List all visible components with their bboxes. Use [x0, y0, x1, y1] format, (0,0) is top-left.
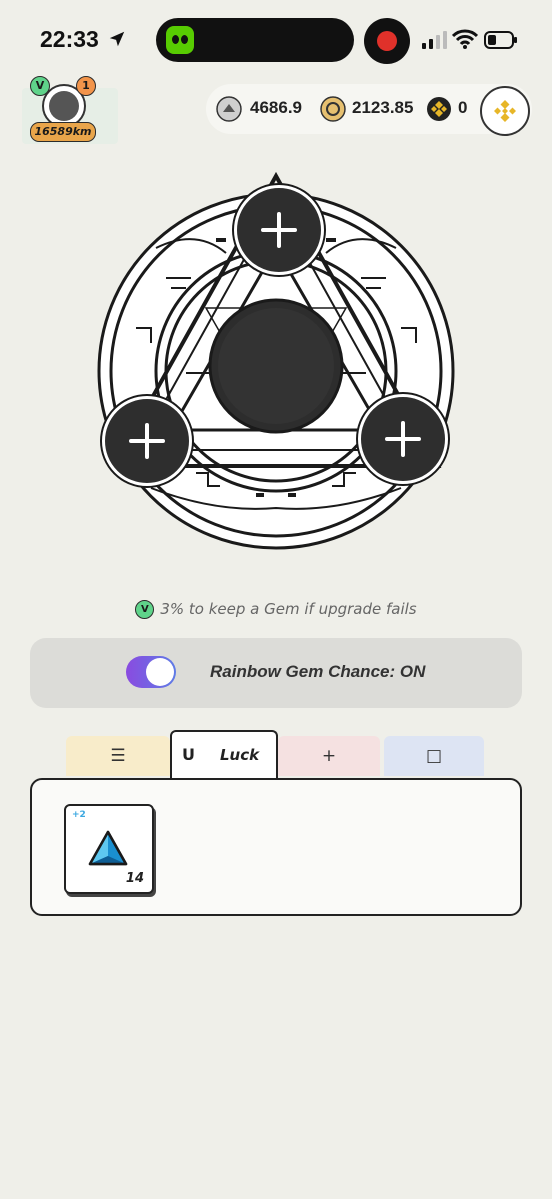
level-badge: V — [135, 600, 155, 619]
upgrade-hint: V 3% to keep a Gem if upgrade fails — [0, 600, 552, 619]
screen-record-icon — [364, 18, 410, 64]
luck-gem-icon — [88, 830, 128, 866]
binance-button[interactable] — [480, 86, 530, 136]
tab-list[interactable]: ☰ — [66, 736, 170, 776]
gem-slot-left[interactable] — [102, 396, 192, 486]
square-icon: □ — [425, 746, 443, 766]
tab-square[interactable]: □ — [384, 736, 484, 776]
bnb-balance: 0 — [458, 98, 468, 117]
plus-icon: + — [321, 746, 337, 766]
gmt-token-icon — [320, 96, 346, 122]
list-icon: ☰ — [110, 746, 126, 766]
plus-icon — [385, 421, 421, 457]
sneaker-icon — [49, 91, 79, 121]
tab-luck-label: Luck — [220, 746, 260, 764]
tab-luck[interactable]: U Luck — [170, 730, 278, 778]
cellular-signal-icon — [422, 31, 447, 49]
dynamic-island — [156, 18, 354, 62]
gem-slot-top[interactable] — [234, 185, 324, 275]
gmt-balance: 2123.85 — [352, 98, 414, 117]
level-badge: V — [30, 76, 50, 96]
notification-badge: 1 — [76, 76, 96, 96]
gem-slot-right[interactable] — [358, 394, 448, 484]
location-arrow-icon — [109, 31, 125, 47]
duolingo-app-icon — [166, 26, 194, 54]
gst-token-icon — [216, 96, 242, 122]
gem-card[interactable]: +2 14 — [64, 804, 154, 894]
plus-icon — [261, 212, 297, 248]
binance-logo-icon — [494, 100, 516, 122]
rainbow-chance-panel: Rainbow Gem Chance: ON — [30, 638, 522, 708]
rainbow-chance-toggle[interactable] — [126, 656, 176, 688]
magnet-icon: U — [182, 745, 195, 764]
bnb-token-icon — [427, 97, 451, 121]
status-bar: 22:33 — [0, 0, 552, 80]
plus-icon — [129, 423, 165, 459]
rainbow-chance-label: Rainbow Gem Chance: ON — [210, 662, 426, 681]
gst-balance: 4686.9 — [250, 98, 302, 117]
gem-inventory: +2 14 — [30, 778, 522, 916]
tab-plus[interactable]: + — [278, 736, 380, 776]
distance-pill: 16589km — [30, 122, 96, 142]
gem-count: 14 — [125, 871, 144, 886]
wifi-icon — [452, 29, 478, 49]
hint-text: 3% to keep a Gem if upgrade fails — [160, 600, 417, 618]
battery-icon — [484, 31, 517, 49]
status-time: 22:33 — [40, 26, 99, 52]
profile-button[interactable]: V 1 16589km — [28, 76, 96, 144]
gem-level: +2 — [72, 810, 86, 820]
